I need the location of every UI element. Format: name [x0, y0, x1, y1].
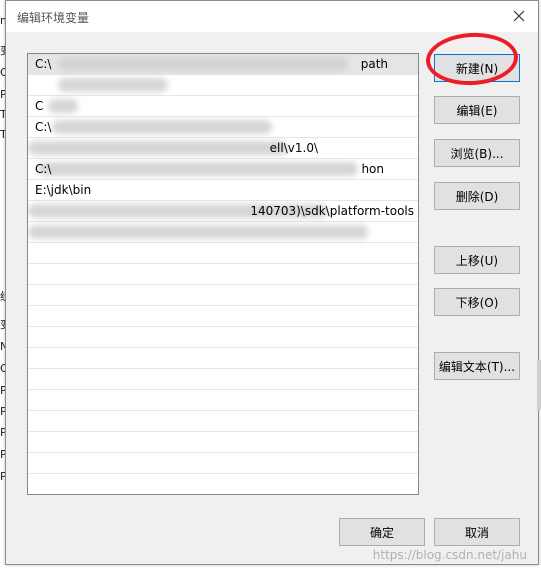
path-list-item[interactable]: 140703)\sdk\platform-tools [28, 201, 418, 222]
path-list-item[interactable] [28, 285, 418, 306]
redacted-text [28, 225, 368, 239]
path-list-item[interactable] [28, 411, 418, 432]
watermark: https://blog.csdn.net/jahu [372, 548, 527, 562]
redacted-text [58, 57, 348, 71]
path-list-item[interactable] [28, 75, 418, 96]
path-list-item[interactable] [28, 432, 418, 453]
path-text-tail: path [360, 57, 388, 71]
redacted-text [48, 99, 78, 113]
browse-button[interactable]: 浏览(B)... [434, 139, 520, 167]
path-text: C [35, 99, 44, 113]
edit-env-variable-dialog: 编辑环境变量 C:\ path C C:\ ell\v1.0\ C:\ hon E:\jdk\… [5, 0, 539, 565]
path-list-item[interactable] [28, 369, 418, 390]
path-list-item[interactable]: C:\ hon [28, 159, 418, 180]
edit-button[interactable]: 编辑(E) [434, 96, 520, 124]
path-list-item[interactable] [28, 327, 418, 348]
redacted-text [58, 78, 168, 92]
new-button[interactable]: 新建(N) [434, 54, 520, 82]
path-list-item[interactable] [28, 243, 418, 264]
path-list-item[interactable] [28, 264, 418, 285]
path-text: C:\ [35, 162, 52, 176]
close-icon [513, 10, 525, 22]
close-button[interactable] [508, 5, 530, 27]
path-list[interactable]: C:\ path C C:\ ell\v1.0\ C:\ hon E:\jdk\bin 1407… [27, 53, 419, 495]
path-list-item[interactable] [28, 390, 418, 411]
redacted-text [38, 162, 358, 176]
edit-text-button[interactable]: 编辑文本(T)... [434, 352, 520, 380]
path-text: C:\ [35, 120, 52, 134]
path-text-tail: hon [361, 162, 384, 176]
move-up-button[interactable]: 上移(U) [434, 246, 520, 274]
path-text-tail: ell\v1.0\ [269, 141, 318, 155]
path-text: E:\jdk\bin [35, 183, 92, 197]
path-list-item[interactable]: ell\v1.0\ [28, 138, 418, 159]
path-list-item[interactable] [28, 348, 418, 369]
path-text: C:\ [35, 57, 52, 71]
path-list-item[interactable] [28, 453, 418, 474]
path-list-item[interactable]: C [28, 96, 418, 117]
path-list-item[interactable] [28, 474, 418, 494]
dialog-title: 编辑环境变量 [17, 11, 90, 25]
path-list-item[interactable] [28, 222, 418, 243]
path-list-item[interactable]: E:\jdk\bin [28, 180, 418, 201]
redacted-text [28, 141, 288, 155]
title-bar: 编辑环境变量 [6, 1, 538, 32]
path-text-tail: 140703)\sdk\platform-tools [250, 204, 414, 218]
path-list-item[interactable] [28, 306, 418, 327]
cancel-button[interactable]: 取消 [434, 518, 520, 546]
path-list-item[interactable]: C:\ path [28, 54, 418, 75]
path-list-item[interactable]: C:\ [28, 117, 418, 138]
delete-button[interactable]: 删除(D) [434, 182, 520, 210]
redacted-text [52, 120, 272, 134]
background-scrollbar [537, 360, 541, 410]
move-down-button[interactable]: 下移(O) [434, 288, 520, 316]
ok-button[interactable]: 确定 [339, 518, 425, 546]
